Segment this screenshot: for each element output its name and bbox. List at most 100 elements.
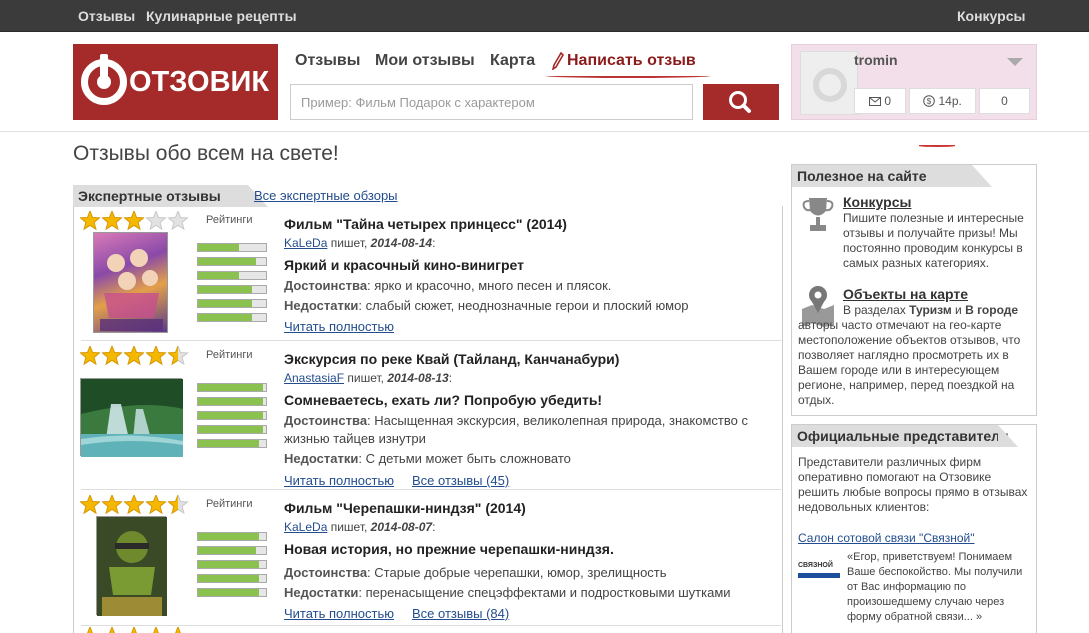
- ratings-label: Рейтинги: [206, 214, 253, 226]
- ratings-label: Рейтинги: [206, 498, 253, 510]
- write-review-underline: [546, 74, 710, 78]
- svyaznoy-logo-text: СВЯЗНОЙ: [798, 562, 833, 569]
- contests-link[interactable]: Конкурсы: [843, 194, 911, 210]
- pros-label: Достоинства: [284, 565, 368, 580]
- search-input[interactable]: [290, 84, 693, 120]
- representative-quote: «Егор, приветствуем! Понимаем Ваше беспо…: [847, 551, 1023, 623]
- envelope-icon: [868, 97, 881, 106]
- balance-underline: [919, 145, 955, 147]
- all-expert-reviews-link[interactable]: Все экспертные обзоры: [254, 188, 398, 203]
- star-filled-icon: [80, 211, 100, 231]
- review-poster-image[interactable]: [93, 232, 168, 333]
- balance-button[interactable]: $ 14р.: [909, 88, 976, 114]
- star-filled-icon: [102, 211, 122, 231]
- user-counter-value: 0: [1001, 94, 1008, 108]
- useful-box: Полезное на сайте Конкурсы Пишите полезн…: [791, 164, 1037, 416]
- official-reps-text: Представители различных фирм оперативно …: [798, 455, 1028, 514]
- review-item: Рейтинги Фильм "Черепашки-ниндзя" (2014)…: [74, 490, 782, 624]
- star-filled-icon: [153, 627, 159, 633]
- review-author[interactable]: KaLeDa: [284, 520, 327, 534]
- nav-my-reviews[interactable]: Мои отзывы: [375, 52, 475, 70]
- review-poster-image[interactable]: [96, 516, 167, 616]
- review-headline: Сомневаетесь, ехать ли? Попробую убедить…: [284, 392, 603, 408]
- nav-map[interactable]: Карта: [490, 52, 535, 70]
- rating-bar: [197, 397, 267, 406]
- rating-bar: [197, 285, 267, 294]
- nav-write-review[interactable]: Написать отзыв: [567, 52, 696, 70]
- writes-label: пишет,: [347, 371, 384, 385]
- star-filled-icon: [109, 627, 115, 633]
- rating-bar: [197, 560, 267, 569]
- topbar-link-recipes[interactable]: Кулинарные рецепты: [146, 8, 297, 24]
- review-cons: Недостатки: слабый сюжет, неоднозначные …: [284, 298, 689, 313]
- username[interactable]: tromin: [854, 52, 898, 68]
- search-button[interactable]: [703, 84, 779, 120]
- cons-text: С детьми может быть сложновато: [365, 451, 571, 466]
- rating-bar: [197, 532, 267, 541]
- topbar-link-contests[interactable]: Конкурсы: [957, 8, 1025, 24]
- topbar-link-reviews[interactable]: Отзывы: [78, 8, 135, 24]
- star-filled-icon: [80, 495, 100, 515]
- avatar[interactable]: [800, 51, 858, 115]
- review-author[interactable]: AnastasiaF: [284, 371, 344, 385]
- star-filled-icon: [146, 495, 166, 515]
- nav-reviews[interactable]: Отзывы: [295, 52, 360, 70]
- chevron-down-icon[interactable]: [1007, 58, 1023, 66]
- read-full-link[interactable]: Читать полностью: [284, 319, 394, 334]
- review-item: Рейтинги Фильм "Тайна четырех принцесс" …: [74, 206, 782, 340]
- rating-bar: [197, 546, 267, 555]
- map-objects-text: В разделах Туризм и В городе авторы част…: [798, 303, 1021, 407]
- star-rating: [80, 346, 189, 366]
- star-rating: [87, 627, 181, 633]
- review-pros: Достоинства: ярко и красочно, много песе…: [284, 278, 612, 293]
- page-title: Отзывы обо всем на свете!: [73, 142, 339, 165]
- rating-bar: [197, 425, 267, 434]
- star-filled-icon: [102, 346, 122, 366]
- review-date: 2014-08-07: [370, 520, 433, 534]
- star-filled-icon: [124, 211, 144, 231]
- review-author[interactable]: KaLeDa: [284, 236, 327, 250]
- review-pros: Достоинства: Насыщенная экскурсия, велик…: [284, 413, 748, 446]
- messages-button[interactable]: 0: [854, 88, 906, 114]
- review-date: 2014-08-14: [370, 236, 433, 250]
- pencil-icon: [552, 52, 564, 70]
- expert-reviews-list: Рейтинги Фильм "Тайна четырех принцесс" …: [73, 206, 783, 633]
- review-cons: Недостатки: перенасыщение спецэффектами …: [284, 585, 731, 600]
- official-reps-box: Официальные представители Представители …: [791, 424, 1037, 633]
- review-date: 2014-08-13: [387, 371, 449, 385]
- review-item-partial: [74, 626, 782, 633]
- rating-bar: [197, 299, 267, 308]
- site-logo[interactable]: ОТЗОВИК: [73, 44, 278, 120]
- read-full-link[interactable]: Читать полностью: [284, 606, 394, 621]
- star-filled-icon: [87, 627, 93, 633]
- pros-label: Достоинства: [284, 413, 368, 428]
- cons-label: Недостатки: [284, 451, 359, 466]
- rating-bar: [197, 271, 267, 280]
- user-counter-button[interactable]: 0: [979, 88, 1030, 114]
- pros-text: ярко и красочно, много песен и плясок.: [374, 278, 612, 293]
- rating-bar: [197, 243, 267, 252]
- pros-text: Старые добрые черепашки, юмор, зрелищнос…: [374, 565, 667, 580]
- review-title[interactable]: Фильм "Черепашки-ниндзя" (2014): [284, 500, 526, 516]
- cons-text: перенасыщение спецэффектами и подростков…: [365, 585, 731, 600]
- rating-bar: [197, 588, 267, 597]
- trophy-icon: [802, 198, 834, 231]
- representative-link[interactable]: Салон сотовой связи "Связной": [798, 531, 974, 545]
- review-poster-image[interactable]: [80, 378, 183, 457]
- search-icon: [729, 91, 751, 113]
- logo-text: ОТЗОВИК: [129, 66, 270, 98]
- map-objects-link[interactable]: Объекты на карте: [843, 286, 968, 302]
- svyaznoy-logo: СВЯЗНОЙ: [798, 562, 840, 580]
- star-rating: [80, 495, 189, 515]
- contests-text: Пишите полезные и интересные отзывы и по…: [843, 211, 1024, 270]
- read-full-link[interactable]: Читать полностью: [284, 473, 394, 488]
- writes-label: пишет,: [330, 520, 368, 534]
- logo-power-icon: [81, 54, 127, 105]
- review-title[interactable]: Фильм "Тайна четырех принцесс" (2014): [284, 216, 567, 232]
- rating-bar: [197, 257, 267, 266]
- review-title[interactable]: Экскурсия по реке Квай (Тайланд, Канчана…: [284, 351, 619, 367]
- all-reviews-link[interactable]: Все отзывы (84): [412, 606, 509, 621]
- all-reviews-link[interactable]: Все отзывы (45): [412, 473, 509, 488]
- rating-bar: [197, 383, 267, 392]
- cons-label: Недостатки: [284, 298, 359, 313]
